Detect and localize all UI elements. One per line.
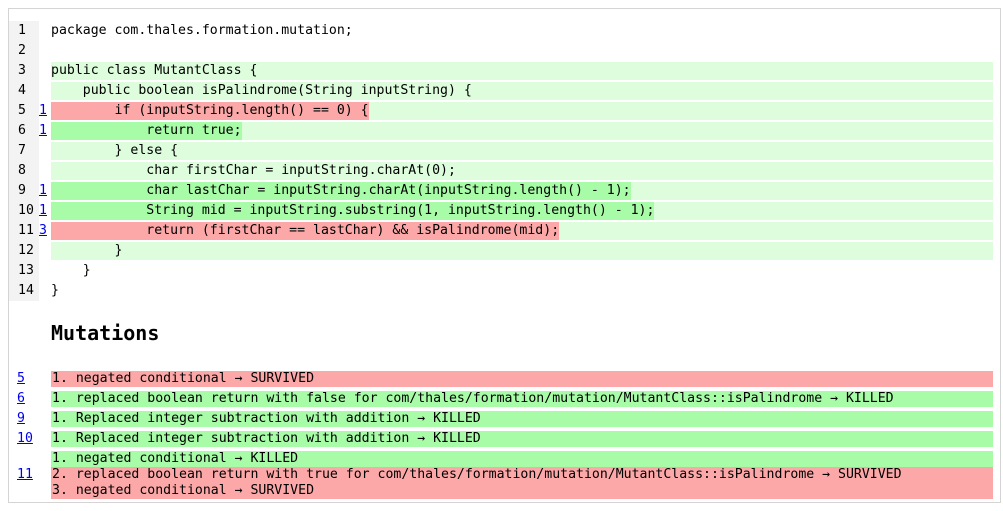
- source-code-text: } else {: [51, 142, 993, 160]
- source-line: 14}: [9, 281, 1003, 301]
- source-code-text: }: [51, 283, 59, 298]
- source-line: 3 public class MutantClass {: [9, 61, 1003, 81]
- line-number: 13: [9, 261, 39, 281]
- mutation-count-link[interactable]: 1: [39, 121, 49, 141]
- source-code-text: if (inputString.length() == 0) {: [51, 102, 369, 120]
- mutation-count-link[interactable]: 1: [39, 201, 49, 221]
- source-line: 4 public boolean isPalindrome(String inp…: [9, 81, 1003, 101]
- source-line: 12 }: [9, 241, 1003, 261]
- source-line: 11 3 return (firstChar == lastChar) && is…: [9, 221, 1003, 241]
- mutation-line-link[interactable]: 10: [17, 431, 33, 447]
- source-code-text: public boolean isPalindrome(String input…: [51, 82, 993, 100]
- mutation-line-link[interactable]: 11: [17, 467, 33, 483]
- source-line: 13 }: [9, 261, 1003, 281]
- source-code-text: char lastChar = inputString.charAt(input…: [51, 182, 631, 200]
- line-number: 4: [9, 81, 39, 101]
- mutation-count-link[interactable]: 1: [39, 101, 49, 121]
- source-line: 91 char lastChar = inputString.charAt(in…: [9, 181, 1003, 201]
- line-number: 7: [9, 141, 39, 161]
- source-line: 7 } else {: [9, 141, 1003, 161]
- mutation-count-link[interactable]: 1: [39, 181, 49, 201]
- mutation-item: 1. negated conditional → KILLED: [51, 451, 993, 467]
- line-number: 11: [9, 221, 39, 241]
- line-number: 5: [9, 101, 39, 121]
- source-line: 1 package com.thales.formation.mutation;: [9, 21, 1003, 41]
- mutation-item: 2. replaced boolean return with true for…: [51, 467, 993, 483]
- mutation-item: 3. negated conditional → SURVIVED: [51, 483, 993, 499]
- source-line: 10 1 String mid = inputString.substring(1…: [9, 201, 1003, 221]
- line-number: 6: [9, 121, 39, 141]
- mutation-item: 1. Replaced integer subtraction with add…: [51, 431, 993, 447]
- line-number: 3: [9, 61, 39, 81]
- line-number: 10: [9, 201, 39, 221]
- line-number: 8: [9, 161, 39, 181]
- line-number: 2: [9, 41, 39, 61]
- source-code-text: String mid = inputString.substring(1, in…: [51, 202, 655, 220]
- line-number: 1: [9, 21, 39, 41]
- source-line: 51 if (inputString.length() == 0) {: [9, 101, 1003, 121]
- source-code-text: }: [51, 263, 91, 278]
- source-code-text: return true;: [51, 122, 242, 140]
- mutation-item: 1. replaced boolean return with false fo…: [51, 391, 993, 407]
- source-line: 61 return true;: [9, 121, 1003, 141]
- mutation-item: 1. negated conditional → SURVIVED: [51, 371, 993, 387]
- mutation-line-link[interactable]: 5: [17, 371, 25, 387]
- line-number: 14: [9, 281, 39, 301]
- source-line: 2: [9, 41, 1003, 61]
- mutation-line-link[interactable]: 9: [17, 411, 25, 427]
- source-code-text: public class MutantClass {: [51, 62, 993, 80]
- mutation-item: 1. Replaced integer subtraction with add…: [51, 411, 993, 427]
- mutation-line-link[interactable]: 6: [17, 391, 25, 407]
- source-code-text: return (firstChar == lastChar) && isPali…: [51, 222, 560, 240]
- mutation-count-link[interactable]: 3: [39, 221, 49, 241]
- source-code-text: package com.thales.formation.mutation;: [51, 23, 353, 38]
- source-line: 8 char firstChar = inputString.charAt(0)…: [9, 161, 1003, 181]
- source-code-text: char firstChar = inputString.charAt(0);: [51, 162, 993, 180]
- line-number: 9: [9, 181, 39, 201]
- line-number: 12: [9, 241, 39, 261]
- mutations-heading: Mutations: [51, 321, 160, 345]
- source-code-text: }: [51, 242, 993, 260]
